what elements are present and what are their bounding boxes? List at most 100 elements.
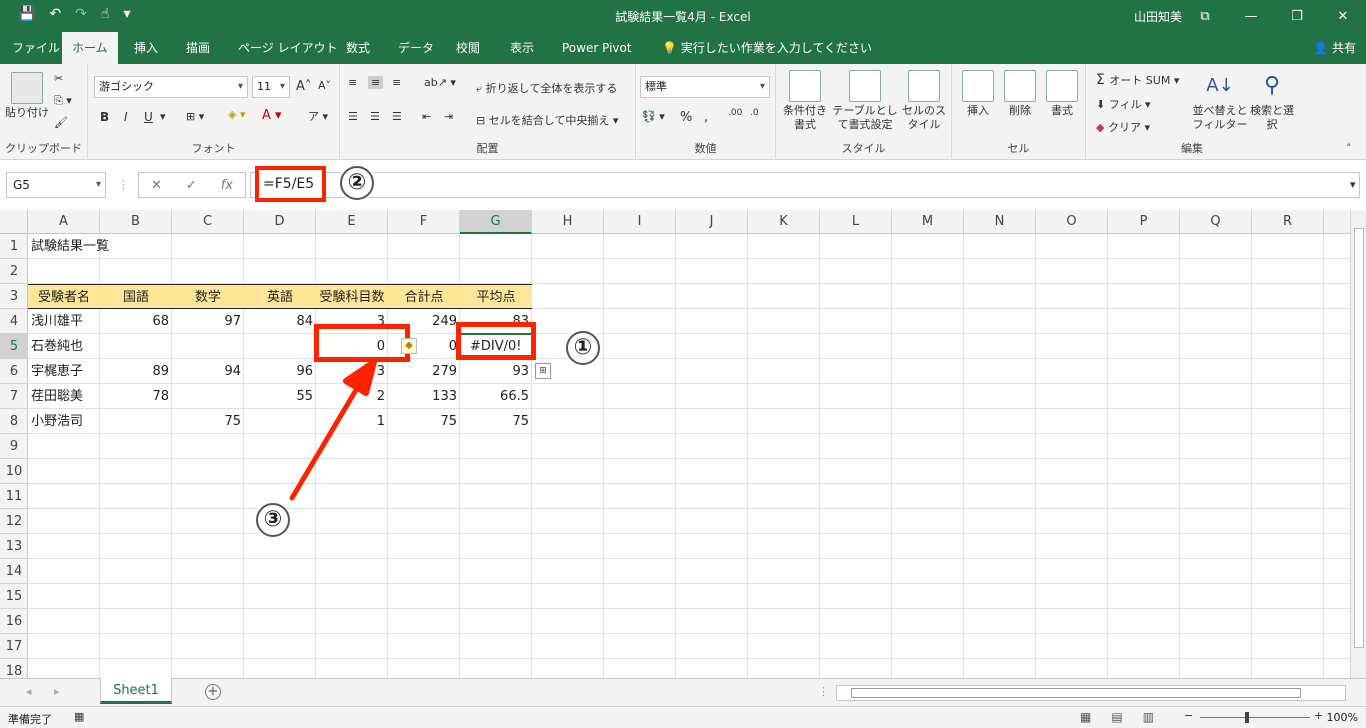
insert-cells-button[interactable]: 挿入: [958, 70, 998, 118]
column-header[interactable]: B: [100, 210, 172, 234]
row-header[interactable]: 16: [0, 609, 28, 634]
column-header[interactable]: N: [964, 210, 1036, 234]
number-format-select[interactable]: 標準: [640, 76, 770, 98]
row-header[interactable]: 9: [0, 434, 28, 459]
wrap-text-button[interactable]: ⤶ 折り返して全体を表示する: [476, 80, 617, 96]
value-cell[interactable]: 75: [172, 409, 244, 434]
column-header[interactable]: O: [1036, 210, 1108, 234]
vertical-scrollbar[interactable]: [1350, 210, 1366, 678]
percent-button[interactable]: %: [680, 110, 692, 125]
find-select-button[interactable]: ⚲ 検索と選択: [1250, 70, 1294, 132]
row-header[interactable]: 13: [0, 534, 28, 559]
header-cell[interactable]: 英語: [244, 284, 316, 309]
value-cell[interactable]: [172, 334, 244, 359]
cancel-icon[interactable]: ✕: [151, 178, 162, 193]
maximize-button[interactable]: ❐: [1274, 0, 1320, 32]
value-cell[interactable]: 279: [388, 359, 460, 384]
header-cell[interactable]: 受験者名: [28, 284, 100, 309]
value-cell[interactable]: 3: [316, 359, 388, 384]
value-cell[interactable]: 78: [100, 384, 172, 409]
fill-color-icon[interactable]: ◈ ▾: [228, 108, 245, 121]
row-header[interactable]: 7: [0, 384, 28, 409]
column-header[interactable]: I: [604, 210, 676, 234]
column-header[interactable]: J: [676, 210, 748, 234]
horizontal-scrollbar[interactable]: [836, 685, 1346, 701]
row-header[interactable]: 11: [0, 484, 28, 509]
column-header[interactable]: F: [388, 210, 460, 234]
align-center-icon[interactable]: ☰: [370, 110, 380, 123]
align-top-icon[interactable]: ≡: [348, 76, 357, 89]
value-cell[interactable]: 133: [388, 384, 460, 409]
column-header[interactable]: E: [316, 210, 388, 234]
value-cell[interactable]: 75: [388, 409, 460, 434]
worksheet-grid[interactable]: ABCDEFGHIJKLMNOPQR 1 2 3 4 5 6 7 8 9 10 11 12 13 14 15…: [0, 210, 1350, 678]
value-cell[interactable]: [100, 409, 172, 434]
column-header[interactable]: K: [748, 210, 820, 234]
currency-icon[interactable]: 💱 ▾: [642, 110, 665, 123]
value-cell[interactable]: 2: [316, 384, 388, 409]
autosum-button[interactable]: Σ オート SUM ▾: [1096, 72, 1179, 88]
value-cell[interactable]: 96: [244, 359, 316, 384]
header-cell[interactable]: 合計点: [388, 284, 460, 309]
value-cell[interactable]: 97: [172, 309, 244, 334]
border-icon[interactable]: ⊞ ▾: [186, 110, 204, 123]
column-header[interactable]: H: [532, 210, 604, 234]
row-header[interactable]: 14: [0, 559, 28, 584]
cell-styles-button[interactable]: セルのスタイル: [900, 70, 948, 132]
value-cell[interactable]: 68: [100, 309, 172, 334]
zoom-level[interactable]: 100%: [1327, 711, 1358, 724]
column-header[interactable]: A: [28, 210, 100, 234]
user-name[interactable]: 山田知美: [1134, 8, 1182, 25]
row-header[interactable]: 2: [0, 259, 28, 284]
font-color-icon[interactable]: A ▾: [262, 108, 282, 123]
row-header[interactable]: 15: [0, 584, 28, 609]
format-as-table-button[interactable]: テーブルとして書式設定: [830, 70, 900, 132]
row-header[interactable]: 1: [0, 234, 28, 259]
sort-filter-button[interactable]: A↓ 並べ替えとフィルター: [1192, 70, 1248, 132]
column-header[interactable]: D: [244, 210, 316, 234]
align-bottom-icon[interactable]: ≡: [392, 76, 401, 89]
tab-formulas[interactable]: 数式: [336, 32, 380, 64]
conditional-format-button[interactable]: 条件付き書式: [778, 70, 832, 132]
header-cell[interactable]: 平均点: [460, 284, 532, 309]
value-cell[interactable]: 94: [172, 359, 244, 384]
formula-text[interactable]: =F5/E5: [255, 166, 326, 202]
clear-button[interactable]: ◆ クリア ▾: [1096, 119, 1150, 135]
row-header[interactable]: 10: [0, 459, 28, 484]
column-header[interactable]: M: [892, 210, 964, 234]
increase-decimal-icon[interactable]: .00: [728, 108, 742, 118]
column-header[interactable]: C: [172, 210, 244, 234]
name-cell[interactable]: 浅川雄平: [28, 309, 100, 334]
increase-indent-icon[interactable]: ⇥: [444, 110, 453, 123]
collapse-ribbon-icon[interactable]: ˄: [1346, 142, 1352, 155]
add-sheet-icon[interactable]: +: [205, 684, 221, 700]
enter-icon[interactable]: ✓: [186, 178, 197, 193]
horizontal-scroll-thumb[interactable]: [851, 688, 1301, 698]
ribbon-display-icon[interactable]: ⧉: [1182, 0, 1228, 32]
row-header[interactable]: 3: [0, 284, 28, 309]
vertical-scroll-thumb[interactable]: [1354, 228, 1364, 648]
tab-home[interactable]: ホーム: [62, 32, 118, 64]
close-button[interactable]: ✕: [1320, 0, 1366, 32]
row-header[interactable]: 5: [0, 334, 28, 359]
cut-icon[interactable]: ✂: [54, 72, 63, 85]
sheet-tab-sheet1[interactable]: Sheet1: [100, 678, 172, 704]
formula-input[interactable]: [250, 172, 1360, 198]
format-cells-button[interactable]: 書式: [1042, 70, 1082, 118]
decrease-indent-icon[interactable]: ⇤: [422, 110, 431, 123]
font-size-select[interactable]: 11: [252, 76, 290, 98]
decrease-font-icon[interactable]: A˅: [318, 79, 331, 92]
cell-area[interactable]: 試験結果一覧 受験者名 国語 数学 英語 受験科目数 合計点 平均点 浅川雄平 68 97 84 3 24…: [28, 234, 1350, 678]
comma-button[interactable]: ,: [704, 110, 708, 125]
tab-review[interactable]: 校閲: [446, 32, 490, 64]
value-cell[interactable]: 84: [244, 309, 316, 334]
value-cell[interactable]: 75: [460, 409, 532, 434]
tab-page-layout[interactable]: ページ レイアウト: [228, 32, 348, 64]
value-cell[interactable]: [172, 384, 244, 409]
increase-font-icon[interactable]: A˄: [296, 79, 311, 94]
align-right-icon[interactable]: ☰: [392, 110, 402, 123]
prev-sheet-icon[interactable]: ◂: [26, 685, 32, 698]
name-cell[interactable]: 荏田聡美: [28, 384, 100, 409]
value-cell[interactable]: [244, 409, 316, 434]
row-header[interactable]: 17: [0, 634, 28, 659]
